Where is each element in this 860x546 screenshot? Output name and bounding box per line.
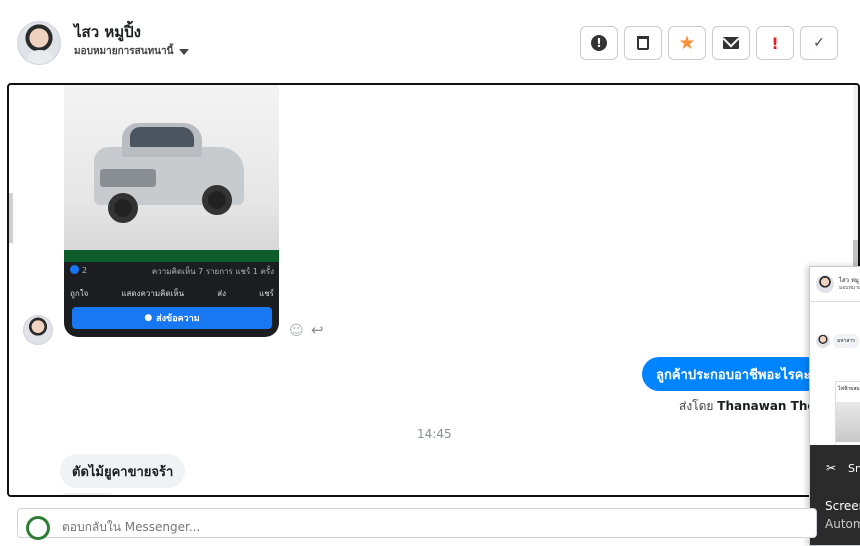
assign-label: มอบหมายการสนทนานี้ [74,46,174,57]
popup-card: ไฟฟ้าผสม [835,381,860,447]
messenger-icon: ● [144,313,153,323]
sent-by-label: ส่งโดย Thanawan Thon [679,399,825,413]
incoming-message[interactable]: ตัดไม้ยูคาขายจร้า [60,454,186,488]
snipping-tool-icon: ✂ [826,461,837,475]
mark-unread-button[interactable] [712,26,750,60]
overlay-window[interactable]: ไสว หมู มอบหมาย มหาสาร ไฟฟ้าผสม ✂ Sn Scr… [809,266,860,546]
conversation-toolbar: ! ★ ! ✓ [580,26,838,60]
left-scroll-edge [9,193,13,243]
snipping-notification[interactable]: ✂ Sn Screen Autom [810,445,860,545]
outgoing-message[interactable]: ลูกค้าประกอบอาชีพอะไรคะ [642,357,825,391]
reply-input[interactable] [62,520,662,534]
scrollbar-thumb[interactable] [853,240,858,268]
popup-card-text: ไฟฟ้าผสม [838,386,860,392]
like-action[interactable]: ถูกใจ [70,287,88,300]
caret-down-icon [179,48,190,55]
mark-done-button[interactable]: ✓ [800,26,838,60]
incoming-message-partial [60,493,114,495]
popup-card-image [836,402,860,442]
snip-label: Sn [848,462,860,475]
comment-action[interactable]: แสดงความคิดเห็น [121,287,184,300]
auto-label: Autom [825,517,860,531]
follow-up-button[interactable]: ! [756,26,794,60]
popup-chip: มหาสาร [833,334,859,348]
like-count: 2 [70,265,87,278]
conversation-header: ไสว หมูปิ้ง มอบหมายการสนทนานี้ ! ★ ! ✓ [0,0,860,84]
front-wheel-shape [108,193,138,223]
mark-spam-button[interactable]: ! [580,26,618,60]
contact-name[interactable]: ไสว หมูปิ้ง [74,20,141,44]
reply-icon[interactable]: ↩ [311,321,324,339]
mail-icon [723,37,739,49]
truck-grille-shape [100,169,156,187]
delete-button[interactable] [624,26,662,60]
star-icon: ★ [678,32,696,54]
star-button[interactable]: ★ [668,26,706,60]
sender-avatar[interactable] [23,315,53,345]
react-emoji-icon[interactable]: ☺ [289,323,304,339]
popup-avatar-small [816,334,830,348]
page-logo-icon [26,516,50,540]
message-timestamp: 14:45 [417,427,452,441]
truck-window-shape [130,127,194,147]
send-message-button[interactable]: ● ส่งข้อความ [72,307,272,329]
contact-avatar[interactable] [17,21,61,65]
screen-label: Screen [825,499,860,513]
assign-conversation-dropdown[interactable]: มอบหมายการสนทนานี้ [74,44,190,59]
like-icon [70,265,79,274]
popup-avatar [816,275,834,293]
truck-photo[interactable] [64,85,279,250]
shared-post-card[interactable]: 2 ความคิดเห็น 7 รายการ แชร์ 1 ครั้ง ถูกใ… [64,85,279,337]
comments-shares: ความคิดเห็น 7 รายการ แชร์ 1 ครั้ง [151,267,274,276]
message-thread: 2 ความคิดเห็น 7 รายการ แชร์ 1 ครั้ง ถูกใ… [7,83,860,497]
popup-sub: มอบหมาย [839,285,860,291]
dealer-banner [64,250,279,262]
rear-wheel-shape [202,185,232,215]
popup-divider [810,301,860,302]
check-icon: ✓ [813,35,825,51]
exclamation-icon: ! [771,33,779,53]
trash-icon [637,36,649,50]
share-action[interactable]: แชร์ [259,287,274,300]
send-action[interactable]: ส่ง [217,287,226,300]
post-actions: ถูกใจ แสดงความคิดเห็น ส่ง แชร์ [70,287,274,300]
post-stats: 2 ความคิดเห็น 7 รายการ แชร์ 1 ครั้ง [70,265,274,278]
alert-icon: ! [591,35,607,51]
